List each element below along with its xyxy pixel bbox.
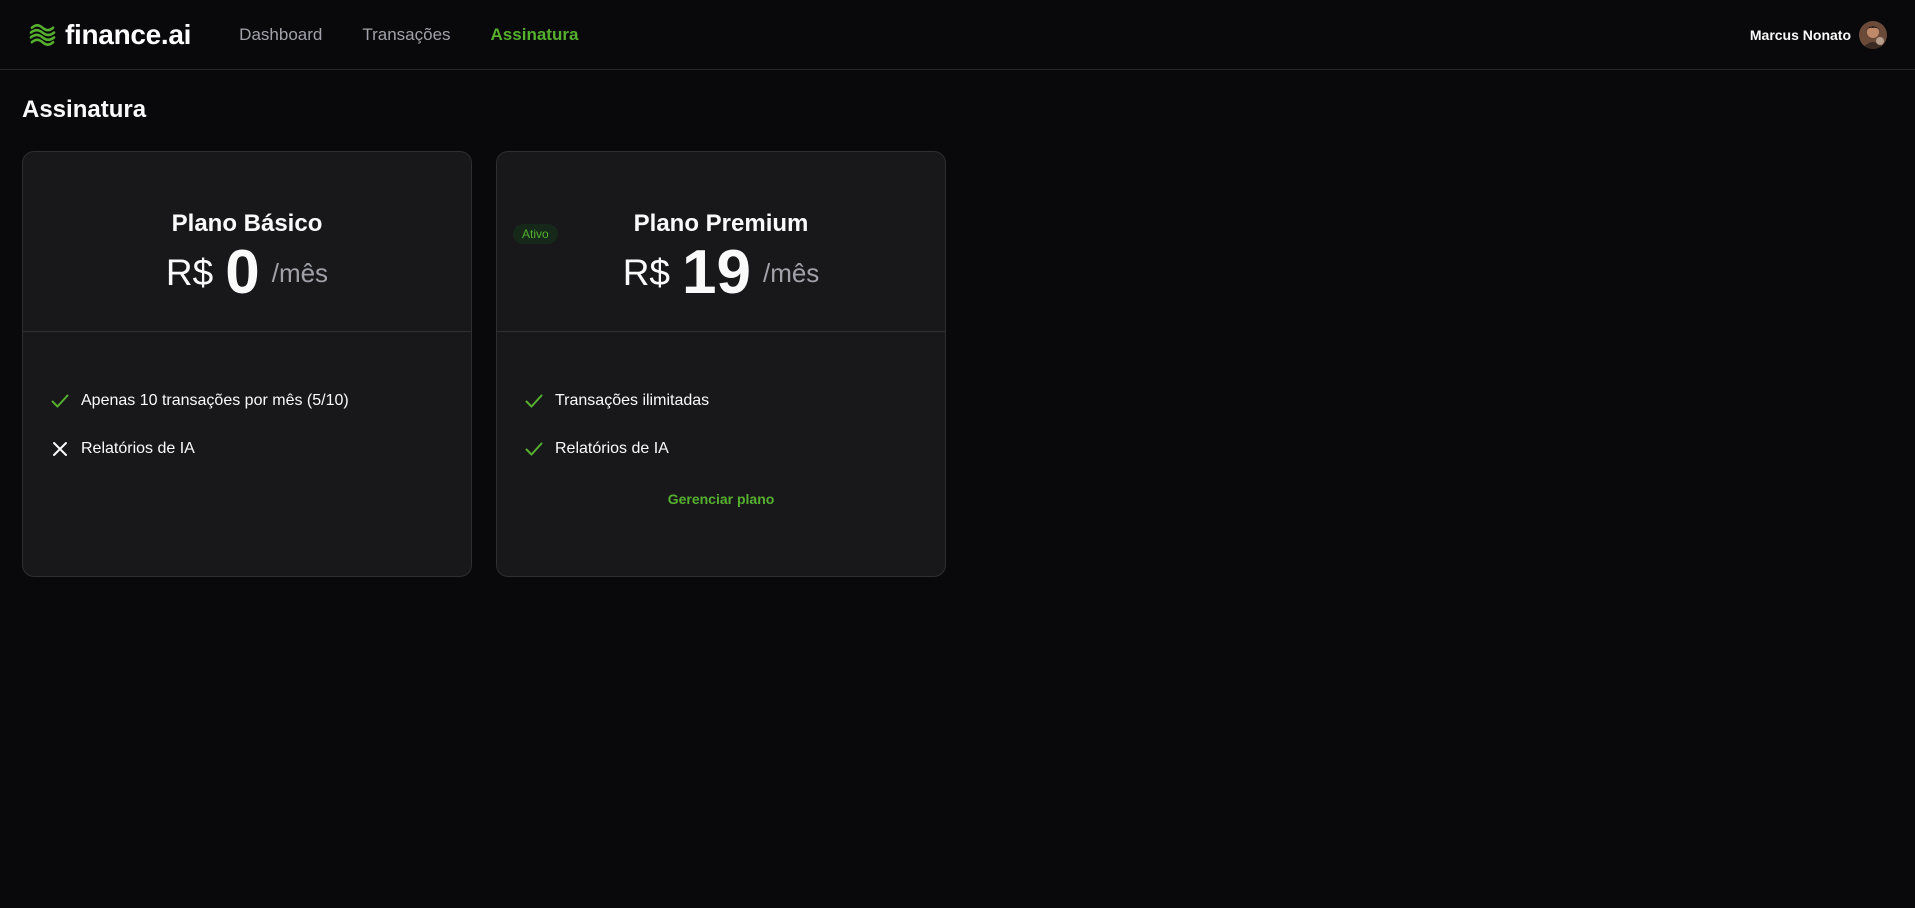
- plan-card-header: Plano Básico R$ 0 /mês: [23, 152, 471, 332]
- page-title: Assinatura: [22, 96, 147, 123]
- plan-features: Transações ilimitadas Relatórios de IA: [497, 332, 945, 460]
- nav-assinatura[interactable]: Assinatura: [491, 25, 579, 45]
- plan-card-premium: Ativo Plano Premium R$ 19 /mês Transaçõe…: [496, 151, 946, 577]
- user-menu[interactable]: Marcus Nonato: [1750, 0, 1887, 70]
- price-currency: R$: [622, 252, 670, 293]
- waves-logo-icon: [29, 24, 56, 46]
- price-currency: R$: [165, 252, 214, 293]
- price-period: /mês: [762, 257, 820, 288]
- plan-card-header: Ativo Plano Premium R$ 19 /mês: [497, 152, 945, 332]
- x-icon: [53, 442, 67, 456]
- feature-label: Relatórios de IA: [555, 440, 669, 457]
- brand-logo[interactable]: finance.ai: [28, 19, 191, 51]
- feature-label: Transações ilimitadas: [555, 392, 710, 409]
- check-icon: [51, 394, 69, 408]
- feature-item: Apenas 10 transações por mês (5/10): [49, 390, 445, 412]
- nav-transacoes[interactable]: Transações: [362, 25, 450, 45]
- feature-label: Relatórios de IA: [81, 440, 195, 457]
- nav-dashboard[interactable]: Dashboard: [239, 25, 322, 45]
- manage-plan-button[interactable]: Gerenciar plano: [497, 491, 945, 507]
- feature-item: Relatórios de IA: [523, 438, 919, 460]
- price-amount: 0: [225, 238, 260, 307]
- price-period: /mês: [271, 257, 329, 288]
- check-icon: [525, 394, 543, 408]
- plan-price: R$ 19 /mês: [623, 242, 820, 304]
- top-navbar: finance.ai Dashboard Transações Assinatu…: [0, 0, 1915, 70]
- plan-price: R$ 0 /mês: [166, 242, 328, 304]
- plan-name: Plano Básico: [171, 210, 323, 237]
- user-name: Marcus Nonato: [1749, 27, 1851, 43]
- check-icon: [525, 442, 543, 456]
- user-avatar[interactable]: [1859, 21, 1887, 49]
- plan-name: Plano Premium: [633, 210, 809, 237]
- feature-label: Apenas 10 transações por mês (5/10): [81, 392, 349, 409]
- price-amount: 19: [682, 238, 751, 307]
- feature-item: Transações ilimitadas: [523, 390, 919, 412]
- brand-name: finance.ai: [65, 18, 192, 50]
- plan-features: Apenas 10 transações por mês (5/10) Rela…: [23, 332, 471, 460]
- plan-card-basic: Plano Básico R$ 0 /mês Apenas 10 transaç…: [22, 151, 472, 577]
- main-nav: Dashboard Transações Assinatura: [239, 25, 578, 45]
- feature-item: Relatórios de IA: [49, 438, 445, 460]
- active-badge: Ativo: [513, 224, 558, 244]
